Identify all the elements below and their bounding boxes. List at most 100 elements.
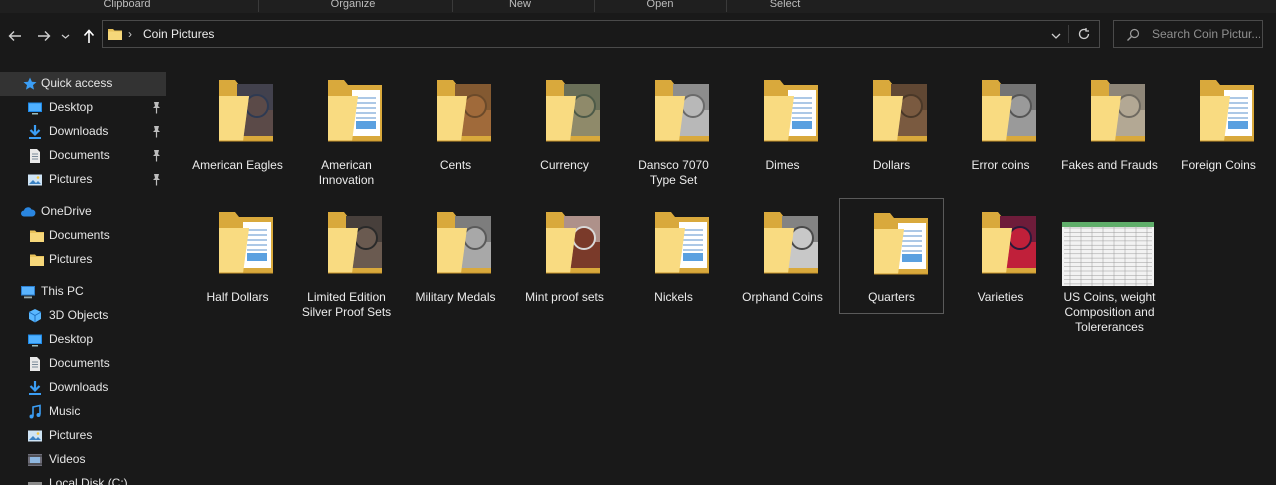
back-button[interactable] — [4, 25, 26, 47]
folder-item-currency[interactable]: Currency — [512, 66, 617, 182]
folder-icon — [651, 76, 713, 148]
ribbon-group-organize[interactable]: Organize — [290, 0, 416, 11]
cube-icon — [27, 308, 43, 324]
folder-item-dollars[interactable]: Dollars — [839, 66, 944, 182]
navigation-bar: › Coin Pictures — [0, 13, 1276, 58]
ribbon-separator — [594, 0, 595, 12]
sidebar-item-desktop[interactable]: Desktop — [0, 328, 166, 352]
sidebar-item-3d-objects[interactable]: 3D Objects — [0, 304, 166, 328]
computer-icon — [20, 284, 36, 300]
sidebar-item-music[interactable]: Music — [0, 400, 166, 424]
search-input[interactable] — [1152, 26, 1260, 42]
folder-icon — [29, 252, 45, 268]
folder-item-quarters[interactable]: Quarters — [839, 198, 944, 314]
desktop-icon — [27, 332, 43, 348]
sidebar-item-label: Music — [49, 404, 81, 418]
folder-name: American Innovation — [318, 158, 375, 187]
ribbon-group-new[interactable]: New — [470, 0, 570, 11]
arrow-right-icon — [38, 31, 51, 41]
folder-item-fakes-and-frauds[interactable]: Fakes and Frauds — [1057, 66, 1162, 182]
sidebar-item-videos[interactable]: Videos — [0, 448, 166, 472]
ribbon-separator — [452, 0, 453, 12]
file-list: American Eagles American Innovation Cents Cu… — [166, 58, 1276, 485]
folder-item-american-innovation[interactable]: American Innovation — [294, 66, 399, 187]
folder-item-mint-proof-sets[interactable]: Mint proof sets — [512, 198, 617, 314]
sidebar-item-label: This PC — [41, 284, 84, 298]
folder-item-half-dollars[interactable]: Half Dollars — [185, 198, 290, 314]
up-button[interactable] — [78, 25, 100, 47]
ribbon-group-open[interactable]: Open — [610, 0, 710, 11]
folder-name: Quarters — [868, 290, 915, 304]
folder-icon — [1087, 76, 1149, 148]
folder-name: Cents — [439, 158, 472, 172]
folder-item-orphand-coins[interactable]: Orphand Coins — [730, 198, 835, 314]
ribbon-groups: Clipboard Organize New Open Select — [0, 0, 1276, 13]
breadcrumb-separator: › — [128, 27, 132, 41]
folder-item-dansco-7070-type-set[interactable]: Dansco 7070 Type Set — [621, 66, 726, 187]
pictures-icon — [27, 428, 43, 444]
folder-icon — [215, 76, 277, 148]
folder-item-us-coins-weight-composition-and-tolererances[interactable]: US Coins, weight Composition and Tolereran… — [1057, 198, 1162, 334]
folder-icon — [1196, 76, 1258, 148]
sidebar-item-documents[interactable]: Documents — [0, 352, 166, 376]
sidebar-item-pictures[interactable]: Pictures — [0, 424, 166, 448]
sidebar-item-label: 3D Objects — [49, 308, 109, 322]
folder-item-error-coins[interactable]: Error coins — [948, 66, 1053, 182]
navigation-pane: Quick access Desktop Downloads Documents Pic… — [0, 62, 166, 485]
sidebar-item-onedrive[interactable]: OneDrive — [0, 200, 166, 224]
folder-item-foreign-coins[interactable]: Foreign Coins — [1166, 66, 1271, 182]
sidebar-item-documents[interactable]: Documents — [0, 224, 166, 248]
drive-icon — [27, 476, 43, 485]
recent-locations-button[interactable] — [58, 25, 72, 47]
arrow-up-icon — [83, 28, 95, 43]
sidebar-item-label: OneDrive — [41, 204, 92, 218]
pin-icon — [151, 149, 162, 162]
sidebar-item-downloads[interactable]: Downloads — [0, 376, 166, 400]
sidebar-item-this-pc[interactable]: This PC — [0, 280, 166, 304]
sidebar-item-pictures[interactable]: Pictures — [0, 248, 166, 272]
search-icon — [1127, 28, 1140, 41]
sidebar-item-label: Documents — [49, 148, 110, 162]
sidebar-item-label: Documents — [49, 356, 110, 370]
forward-button[interactable] — [33, 25, 55, 47]
music-icon — [27, 404, 43, 420]
folder-icon — [542, 208, 604, 280]
folder-item-dimes[interactable]: Dimes — [730, 66, 835, 182]
chevron-down-icon[interactable] — [1049, 29, 1063, 43]
folder-item-nickels[interactable]: Nickels — [621, 198, 726, 314]
documents-icon — [27, 356, 43, 372]
ribbon-group-select[interactable]: Select — [735, 0, 835, 11]
sidebar-item-desktop[interactable]: Desktop — [0, 96, 166, 120]
search-box[interactable] — [1113, 20, 1263, 48]
sidebar-item-label: Downloads — [49, 124, 109, 138]
folder-name: Nickels — [654, 290, 693, 304]
folder-item-cents[interactable]: Cents — [403, 66, 508, 182]
folder-icon — [651, 208, 713, 280]
folder-item-limited-edition-silver-proof-sets[interactable]: Limited Edition Silver Proof Sets — [294, 198, 399, 319]
folder-icon — [542, 76, 604, 148]
sidebar-item-label: Pictures — [49, 428, 93, 442]
folder-name: US Coins, weight Composition and Tolereran… — [1063, 290, 1156, 334]
folder-item-military-medals[interactable]: Military Medals — [403, 198, 508, 314]
breadcrumb-coin-pictures[interactable]: Coin Pictures — [143, 27, 214, 41]
address-divider — [1068, 25, 1069, 43]
sidebar-item-label: Desktop — [49, 100, 94, 114]
sidebar-item-pictures[interactable]: Pictures — [0, 168, 166, 192]
folder-name: Limited Edition Silver Proof Sets — [301, 290, 392, 319]
sidebar-item-local-disk-c[interactable]: Local Disk (C:) — [0, 472, 166, 485]
folder-name: Dimes — [765, 158, 800, 172]
refresh-icon[interactable] — [1077, 27, 1091, 41]
sidebar-item-quick-access[interactable]: Quick access — [0, 72, 166, 96]
ribbon-separator — [726, 0, 727, 12]
address-bar[interactable]: › Coin Pictures — [102, 20, 1100, 48]
sidebar-item-label: Downloads — [49, 380, 109, 394]
folder-name: Dollars — [872, 158, 911, 172]
folder-name: Mint proof sets — [525, 290, 604, 304]
ribbon-group-clipboard[interactable]: Clipboard — [64, 0, 190, 11]
folder-item-american-eagles[interactable]: American Eagles — [185, 66, 290, 182]
sidebar-item-documents[interactable]: Documents — [0, 144, 166, 168]
sidebar-item-downloads[interactable]: Downloads — [0, 120, 166, 144]
folder-item-varieties[interactable]: Varieties — [948, 198, 1053, 314]
ribbon-separator — [258, 0, 259, 12]
folder-icon — [869, 76, 931, 148]
